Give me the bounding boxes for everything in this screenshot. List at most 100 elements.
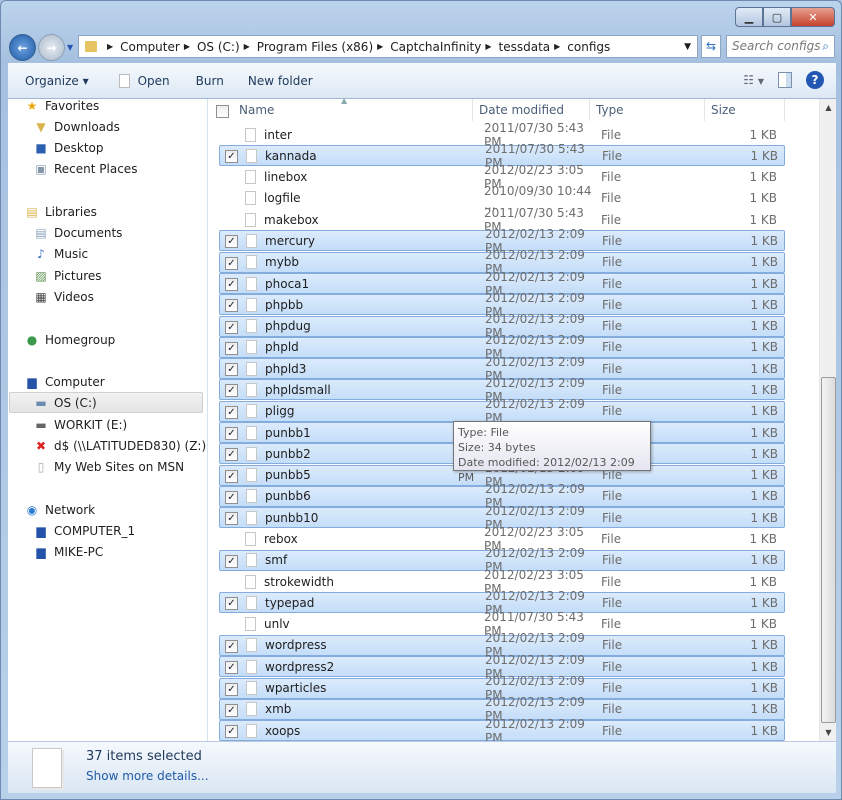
scroll-down-icon[interactable]: ▼ xyxy=(820,728,837,737)
breadcrumb-separator-icon[interactable]: ▶ xyxy=(244,42,250,51)
row-checkbox[interactable]: ✓ xyxy=(225,489,239,504)
select-all-checkbox[interactable] xyxy=(209,99,233,121)
row-checkbox[interactable]: ✓ xyxy=(225,297,239,313)
search-input[interactable]: Search configs ⌕ xyxy=(726,35,835,58)
breadcrumb-separator-icon[interactable]: ▶ xyxy=(377,42,383,51)
row-checkbox[interactable]: ✓ xyxy=(225,404,239,419)
nav-item[interactable]: ▤ Libraries xyxy=(25,201,97,222)
row-checkbox[interactable]: ✓ xyxy=(225,638,239,653)
breadcrumb-separator-icon[interactable]: ▶ xyxy=(485,42,491,51)
homegroup-icon: ● xyxy=(26,332,38,347)
file-type: File xyxy=(602,638,623,653)
nav-item[interactable]: ▆ COMPUTER_1 xyxy=(34,520,135,541)
nav-item[interactable]: ▬ WORKIT (E:) xyxy=(34,414,127,435)
row-checkbox[interactable]: ✓ xyxy=(225,595,239,611)
recent-pages-chevron-icon[interactable]: ▼ xyxy=(67,43,73,52)
row-checkbox[interactable]: ✓ xyxy=(225,425,239,441)
row-checkbox[interactable]: ✓ xyxy=(225,468,239,483)
nav-item[interactable]: ▬ OS (C:) xyxy=(9,392,203,413)
nav-item[interactable]: ▨ Pictures xyxy=(34,265,101,286)
search-icon[interactable]: ⌕ xyxy=(822,39,829,54)
row-checkbox[interactable]: ✓ xyxy=(225,510,239,526)
network-computer-icon: ▆ xyxy=(36,544,46,559)
computer-icon: ▆ xyxy=(27,374,37,389)
open-button[interactable]: Open xyxy=(118,73,170,88)
row-checkbox[interactable]: ✓ xyxy=(225,276,239,292)
preview-pane-icon[interactable] xyxy=(778,72,792,88)
row-checkbox[interactable]: ✓ xyxy=(225,723,239,739)
nav-item[interactable]: ◉ Network xyxy=(25,499,95,520)
breadcrumb-item[interactable]: Program Files (x86) xyxy=(257,40,373,54)
help-icon[interactable]: ? xyxy=(806,71,824,89)
file-size: 1 KB xyxy=(750,233,778,248)
nav-item[interactable]: ■ Desktop xyxy=(34,137,103,158)
breadcrumb-separator-icon[interactable]: ▶ xyxy=(107,42,113,51)
file-type: File xyxy=(602,702,623,717)
column-date[interactable]: Date modified xyxy=(473,99,590,121)
nav-item-label: MIKE-PC xyxy=(54,544,104,559)
nav-item[interactable]: ▤ Documents xyxy=(34,222,122,243)
nav-item[interactable]: ▯ My Web Sites on MSN xyxy=(34,456,184,477)
breadcrumb-separator-icon[interactable]: ▶ xyxy=(184,42,190,51)
row-checkbox[interactable]: ✓ xyxy=(225,319,239,334)
row-checkbox[interactable]: ✓ xyxy=(225,659,239,675)
nav-item[interactable]: ▆ Computer xyxy=(25,371,105,392)
column-name[interactable]: Name ▲ xyxy=(233,96,473,121)
nav-item[interactable]: ★ Favorites xyxy=(25,95,100,116)
row-checkbox[interactable]: ✓ xyxy=(225,255,239,270)
minimize-button[interactable]: ▁ xyxy=(735,7,763,27)
show-more-details-link[interactable]: Show more details... xyxy=(86,769,209,783)
file-type: File xyxy=(602,148,623,163)
file-type: File xyxy=(602,255,623,270)
nav-item-label: My Web Sites on MSN xyxy=(54,459,185,474)
file-icon xyxy=(245,574,256,589)
file-icon xyxy=(246,702,257,717)
breadcrumb-item[interactable]: Computer xyxy=(120,40,180,54)
column-type[interactable]: Type xyxy=(590,99,705,121)
breadcrumb-separator-icon[interactable]: ▶ xyxy=(554,42,560,51)
organize-button[interactable]: Organize ▾ xyxy=(25,74,89,88)
forward-button[interactable]: → xyxy=(38,34,65,61)
nav-item[interactable]: ♪ Music xyxy=(34,243,88,264)
column-size[interactable]: Size xyxy=(705,99,785,121)
row-checkbox[interactable]: ✓ xyxy=(225,233,239,249)
row-checkbox[interactable]: ✓ xyxy=(225,382,239,398)
nav-item[interactable]: ▣ Recent Places xyxy=(34,158,137,179)
maximize-button[interactable]: ▢ xyxy=(763,7,791,27)
scrollbar-thumb[interactable] xyxy=(821,377,836,723)
row-checkbox[interactable]: ✓ xyxy=(225,681,239,696)
breadcrumb-item[interactable]: tessdata xyxy=(499,40,551,54)
vertical-scrollbar[interactable]: ▲ ▼ xyxy=(819,99,836,741)
nav-item[interactable]: ▦ Videos xyxy=(34,286,94,307)
file-row[interactable]: ✓ xoops 2012/02/13 2:09 PM File 1 KB xyxy=(219,717,785,745)
nav-item[interactable]: ▼ Downloads xyxy=(34,116,120,137)
file-icon xyxy=(245,127,256,142)
file-name: inter xyxy=(264,127,292,142)
file-name: phpld3 xyxy=(265,361,307,376)
nav-item-label: Recent Places xyxy=(54,161,138,176)
burn-button[interactable]: Burn xyxy=(196,74,224,88)
scroll-up-icon[interactable]: ▲ xyxy=(820,103,837,112)
row-checkbox[interactable]: ✓ xyxy=(225,446,239,462)
row-checkbox[interactable]: ✓ xyxy=(225,340,239,355)
change-view-icon[interactable]: ☷ ▼ xyxy=(743,73,764,87)
breadcrumb-item[interactable]: CaptchaInfinity xyxy=(390,40,481,54)
new-folder-button[interactable]: New folder xyxy=(248,74,313,88)
address-bar[interactable]: ▶ Computer ▶ OS (C:) ▶ Program Files (x86) ▶ Ca… xyxy=(78,35,698,58)
refresh-button[interactable]: ⇆ xyxy=(701,35,721,58)
row-checkbox[interactable]: ✓ xyxy=(225,361,239,377)
address-dropdown-icon[interactable]: ▼ xyxy=(684,42,691,52)
breadcrumb-item[interactable]: OS (C:) xyxy=(197,40,240,54)
file-icon xyxy=(246,297,257,312)
back-button[interactable]: ← xyxy=(9,34,36,61)
file-icon xyxy=(245,170,256,185)
nav-item[interactable]: ● Homegroup xyxy=(25,329,116,350)
breadcrumb-item[interactable]: configs xyxy=(567,40,610,54)
close-button[interactable]: ✕ xyxy=(791,7,835,27)
nav-item[interactable]: ✖ d$ (\\LATITUDED830) (Z:) xyxy=(34,435,206,456)
row-checkbox[interactable]: ✓ xyxy=(225,702,239,717)
row-checkbox[interactable]: ✓ xyxy=(225,148,239,164)
nav-item-label: Computer xyxy=(45,374,105,389)
nav-item[interactable]: ▆ MIKE-PC xyxy=(34,541,103,562)
row-checkbox[interactable]: ✓ xyxy=(225,553,239,568)
